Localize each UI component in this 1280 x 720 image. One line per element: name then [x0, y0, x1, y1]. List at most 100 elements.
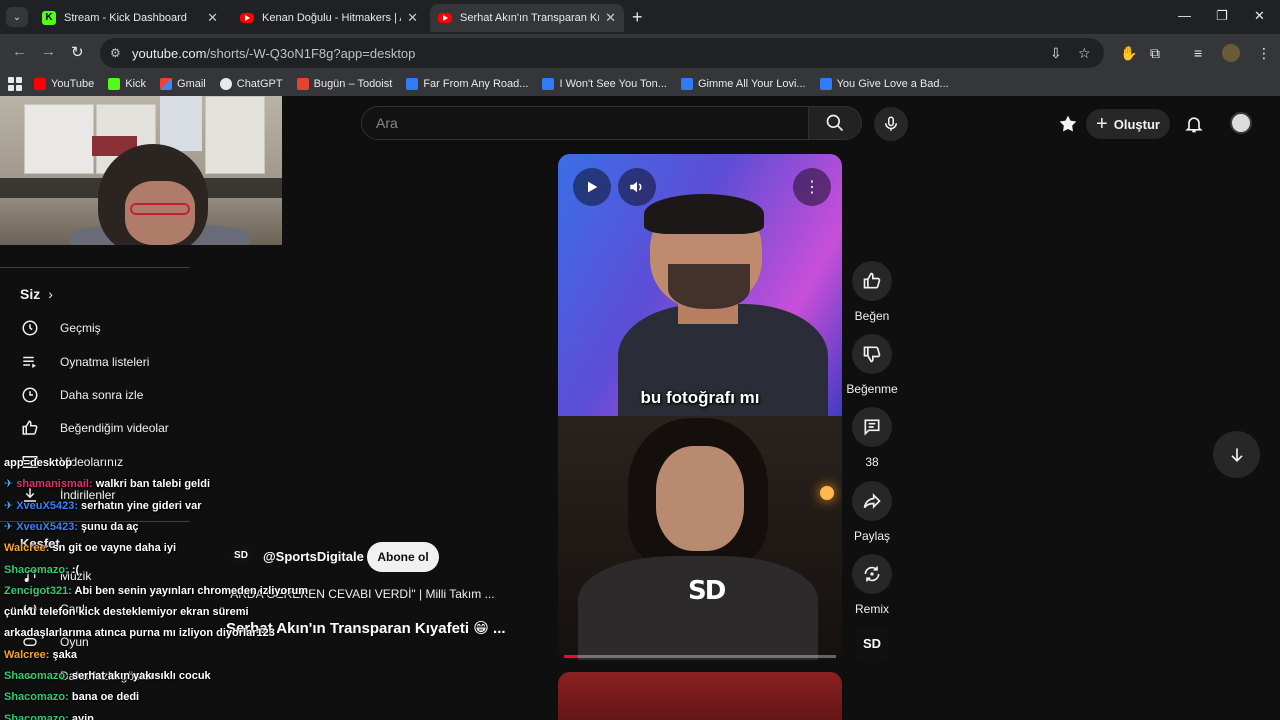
video-frame-bottom: SD: [558, 416, 842, 660]
premium-sparkle-icon[interactable]: [1058, 114, 1078, 139]
thumbs-up-icon: [863, 272, 881, 289]
channel-name[interactable]: @SportsDigitale: [263, 549, 364, 564]
comments-action[interactable]: 38: [850, 407, 894, 469]
more-options-button[interactable]: ⋮: [793, 168, 831, 206]
chat-username: Walcree:: [4, 648, 53, 661]
todoist-icon: [296, 78, 309, 90]
reload-button[interactable]: ↻: [71, 43, 84, 61]
tab-kenan-dogulu[interactable]: Kenan Doğulu - Hitmakers | Ara ✕: [232, 4, 426, 32]
install-app-icon[interactable]: ⇩: [1050, 45, 1062, 62]
bookmark-chatgpt[interactable]: ChatGPT: [219, 78, 283, 90]
comments-button[interactable]: [852, 407, 892, 447]
subscribe-button[interactable]: Abone ol: [367, 542, 439, 572]
chat-text: app=desktop: [4, 457, 73, 469]
browser-toolbar: ← → ↻ ⚙ youtube.com/shorts/-W-Q3oN1F8g?a…: [0, 34, 1280, 72]
channel-logo[interactable]: SD: [230, 544, 252, 566]
thumbs-up-icon: [20, 418, 40, 438]
bookmark-i-wont-see-you[interactable]: I Won't See You Ton...: [542, 78, 667, 90]
account-avatar[interactable]: [1230, 112, 1252, 134]
notifications-bell-icon[interactable]: [1184, 114, 1204, 139]
search-icon: [826, 114, 844, 132]
next-video-button[interactable]: [1213, 431, 1260, 478]
remix-button[interactable]: [852, 554, 892, 594]
chat-message: app=desktop: [4, 453, 72, 474]
sidebar-item-watch-later[interactable]: Daha sonra izle: [20, 385, 143, 405]
dislike-action[interactable]: Beğenme: [846, 334, 898, 396]
chat-text: ayip: [71, 712, 94, 720]
chat-text: serhatın yine gideri var: [81, 499, 202, 512]
share-label: Paylaş: [853, 529, 891, 543]
chat-message: arkadaşlarlarıma atınca purna mı izliyon…: [4, 623, 275, 644]
bookmark-gimme-all-your-lovin[interactable]: Gimme All Your Lovi...: [680, 78, 806, 90]
sidebar-section-you[interactable]: Siz ›: [20, 286, 53, 302]
bookmark-far-from-any-road[interactable]: Far From Any Road...: [406, 78, 528, 90]
webcam-overlay: [0, 96, 282, 245]
volume-button[interactable]: [618, 168, 656, 206]
tab-title: Stream - Kick Dashboard: [64, 12, 187, 24]
dislike-button[interactable]: [852, 334, 892, 374]
tab-kick-dashboard[interactable]: K Stream - Kick Dashboard ✕: [34, 4, 226, 32]
chat-text: Abi ben senin yayınları chromeden izliyo…: [74, 584, 309, 597]
search-input[interactable]: Ara: [361, 106, 809, 140]
kebab-menu-icon[interactable]: ⋮: [1257, 45, 1271, 62]
share-button[interactable]: [852, 481, 892, 521]
create-button[interactable]: + Oluştur: [1086, 109, 1170, 139]
apps-grid-icon[interactable]: [8, 77, 22, 91]
site-info-icon[interactable]: ⚙: [110, 46, 124, 60]
close-window-button[interactable]: ✕: [1254, 8, 1265, 24]
chat-username: Zencigot321:: [4, 584, 75, 597]
bookmark-kick[interactable]: Kick: [108, 78, 146, 90]
new-tab-button[interactable]: +: [632, 7, 643, 28]
extension-icon[interactable]: ✋: [1120, 45, 1137, 62]
forward-button[interactable]: →: [41, 43, 56, 60]
chat-text: :(: [71, 563, 80, 576]
kebab-menu-icon: ⋮: [804, 179, 820, 196]
volume-icon: [630, 181, 642, 193]
thumbs-down-icon: [863, 346, 881, 363]
shorts-video-player[interactable]: bu fotoğrafı mı SD ⋮: [558, 154, 842, 660]
youtube-icon: [240, 13, 254, 23]
back-button[interactable]: ←: [12, 43, 27, 60]
sidebar-item-playlists[interactable]: Oynatma listeleri: [20, 352, 149, 372]
comment-icon: [864, 419, 880, 436]
like-button[interactable]: [852, 261, 892, 301]
close-icon[interactable]: ✕: [207, 10, 218, 26]
arrow-down-icon: [1230, 447, 1243, 462]
kick-icon: K: [42, 11, 56, 25]
tab-search-button[interactable]: ⌄: [6, 7, 28, 27]
close-icon[interactable]: ✕: [605, 10, 616, 26]
minimize-button[interactable]: —: [1178, 8, 1191, 23]
video-progress-bar[interactable]: [564, 655, 836, 658]
share-action[interactable]: Paylaş: [850, 481, 894, 543]
tab-title: Serhat Akın'ın Transparan Kıyafe: [460, 12, 599, 24]
tab-serhat-akin[interactable]: Serhat Akın'ın Transparan Kıyafe ✕: [430, 4, 624, 32]
share-icon: [863, 493, 881, 509]
sidebar-item-liked-videos[interactable]: Beğendiğim videolar: [20, 418, 169, 438]
chat-message: ✈ XveuX5423: serhatın yine gideri var: [4, 496, 201, 517]
restore-button[interactable]: ❐: [1216, 8, 1228, 24]
voice-search-button[interactable]: [874, 107, 908, 141]
clock-icon: [20, 385, 40, 405]
bookmark-star-icon[interactable]: ☆: [1078, 45, 1091, 62]
play-button[interactable]: [573, 168, 611, 206]
sidebar-item-history[interactable]: Geçmiş: [20, 318, 101, 338]
channel-avatar[interactable]: SD: [855, 626, 889, 660]
extensions-puzzle-icon[interactable]: ⧉: [1150, 45, 1160, 62]
remix-action[interactable]: Remix: [850, 554, 894, 616]
video-subtitle: bu fotoğrafı mı: [640, 388, 760, 407]
chat-text: serhat akın yakısıklı cocuk: [71, 670, 211, 682]
bookmark-youtube[interactable]: YouTube: [34, 78, 94, 90]
chat-text: çünkü telefon kick desteklemiyor ekran s…: [4, 606, 249, 619]
bookmark-you-give-love[interactable]: You Give Love a Bad...: [819, 78, 949, 90]
profile-avatar[interactable]: [1222, 44, 1240, 62]
media-control-icon[interactable]: ≡: [1194, 45, 1202, 61]
music-icon: [542, 78, 555, 90]
bookmark-todoist[interactable]: Bugün – Todoist: [296, 78, 392, 90]
like-action[interactable]: Beğen: [850, 261, 894, 323]
close-icon[interactable]: ✕: [407, 10, 418, 26]
search-button[interactable]: [808, 106, 862, 140]
bookmark-gmail[interactable]: Gmail: [160, 78, 206, 90]
address-bar[interactable]: ⚙ youtube.com/shorts/-W-Q3oN1F8g?app=des…: [100, 38, 1104, 68]
next-short-preview[interactable]: [558, 672, 842, 720]
chat-text: şaka: [52, 648, 77, 661]
